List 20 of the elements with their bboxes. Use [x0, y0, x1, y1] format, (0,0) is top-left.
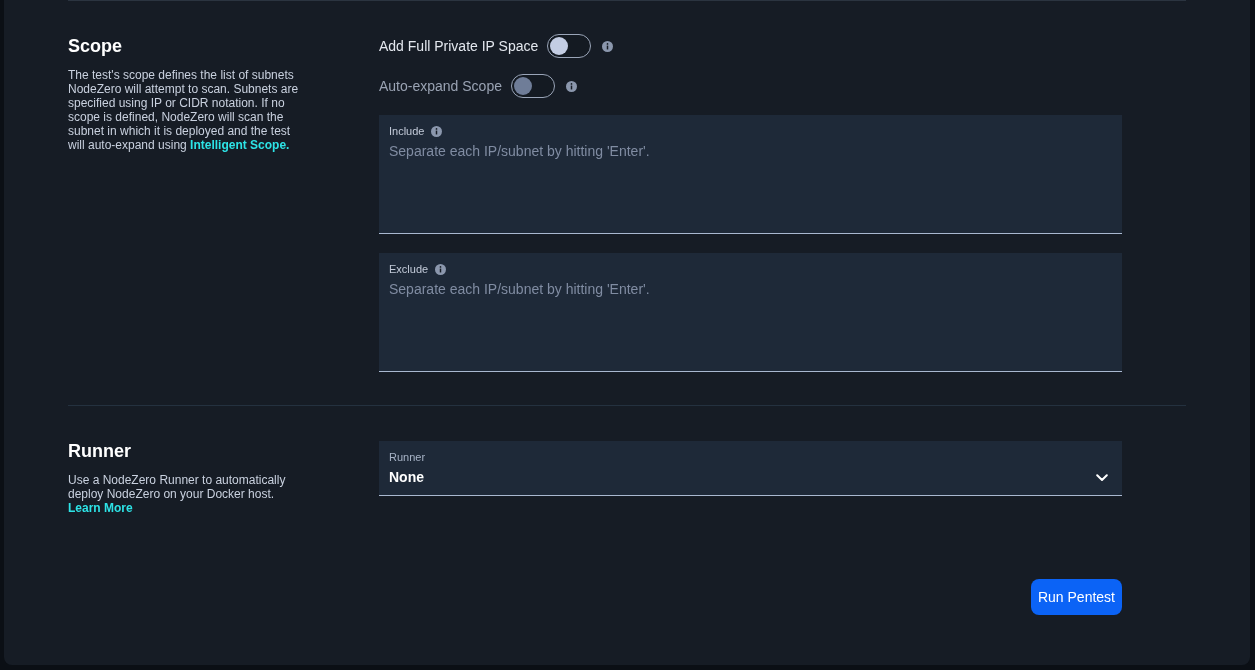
info-icon[interactable]	[431, 125, 443, 137]
info-icon[interactable]	[602, 40, 614, 52]
section-description: Use a NodeZero Runner to automatically deploy NodeZero on your Docker host. Learn More	[68, 473, 287, 515]
toggle-switch[interactable]	[547, 34, 592, 58]
field-label: Runner	[389, 450, 426, 464]
field-label: Exclude	[389, 261, 429, 277]
link[interactable]: Intelligent Scope.	[190, 138, 290, 152]
runner-select[interactable]: Runner None	[379, 441, 1122, 496]
section-description: The test's scope defines the list of subnets NodeZero will attempt to scan. Subnets are specified using IP or CIDR notation. If no scope is defined, NodeZero will scan the subnet in which it is deployed and the test will auto-expand using Intelligent Scope.	[68, 68, 300, 152]
select-value: None	[389, 468, 424, 486]
toggle-label: Add Full Private IP Space	[379, 36, 539, 56]
toggle-label: Auto-expand Scope	[379, 76, 502, 96]
link[interactable]: Learn More	[68, 501, 133, 515]
chevron-down-icon	[1096, 474, 1108, 482]
field-label: Include	[389, 123, 425, 139]
run-pentest-button[interactable]: Run Pentest	[1030, 579, 1122, 615]
info-icon[interactable]	[435, 263, 447, 275]
info-icon[interactable]	[566, 80, 577, 92]
section-title: Scope	[68, 35, 123, 58]
section-title: Runner	[68, 440, 131, 463]
